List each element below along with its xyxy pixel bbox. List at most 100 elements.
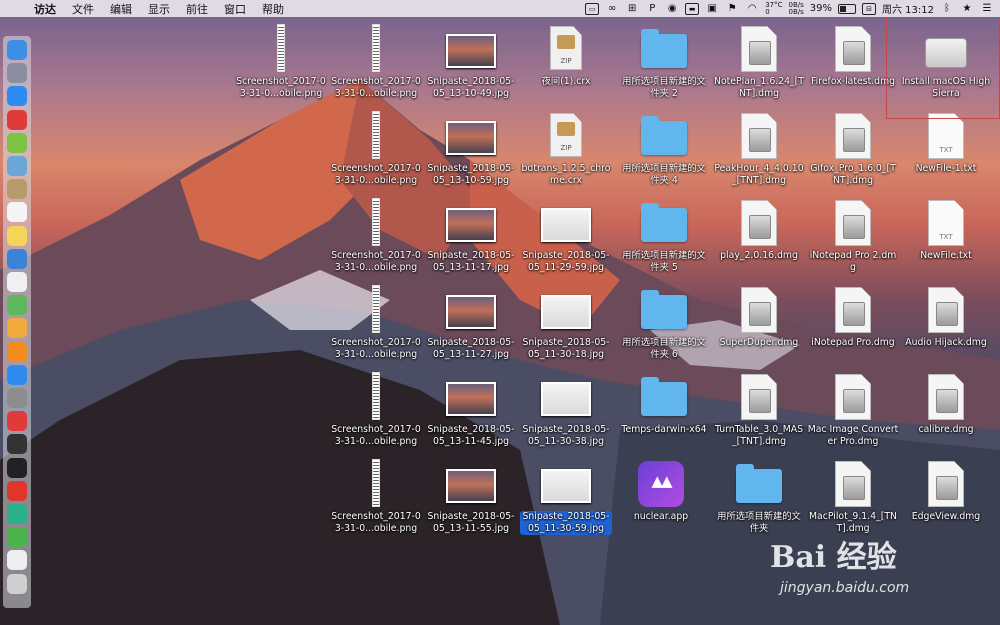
desktop-item[interactable]: 用所选项目新建的文件夹 4 [618,111,710,197]
clock[interactable]: 周六 13:12 [882,1,934,16]
menu-file[interactable]: 文件 [64,1,102,17]
desktop-item[interactable]: Gifox_Pro_1.6.0_[TNT].dmg [807,111,899,197]
desktop-item[interactable]: Snipaste_2018-05-05_13-10-59.jpg [425,111,517,197]
wifi-icon[interactable]: ◠ [745,3,759,14]
desktop-item-label: iNotepad Pro.dmg [811,337,895,348]
menu-help[interactable]: 帮助 [254,1,292,17]
desktop-item-label: Snipaste_2018-05-05_11-30-38.jpg [522,424,610,447]
star-icon[interactable]: ★ [960,3,974,14]
desktop-item[interactable]: TurnTable_3.0_MAS_[TNT].dmg [713,372,805,458]
dock-chat-icon[interactable] [7,504,27,524]
desktop-item-label: 用所选项目新建的文件夹 6 [622,337,706,360]
glasses-icon[interactable]: ∞ [605,3,619,14]
desktop-item[interactable]: play_2.0.16.dmg [713,198,805,284]
dock-android-icon[interactable] [7,132,27,153]
desktop-item[interactable]: Snipaste_2018-05-05_13-11-45.jpg [425,372,517,458]
image-thumbnail-icon [446,121,496,155]
dock-textedit-icon[interactable] [7,272,27,292]
dock-terminal-icon[interactable] [7,457,27,478]
notification-center-icon[interactable]: ☰ [980,3,994,14]
clipboard-icon[interactable]: ▣ [705,3,719,14]
dock-vivaldi-icon[interactable] [7,411,27,432]
grid-icon[interactable]: ⊞ [625,3,639,14]
desktop-item[interactable]: Audio Hijack.dmg [900,285,992,371]
dock-launchpad-icon[interactable] [7,63,27,84]
desktop-item-label: Screenshot_2017-03-31-0...obile.png [331,511,421,534]
desktop-item-label: Snipaste_2018-05-05_13-11-55.jpg [427,511,515,534]
dock-appstore-icon[interactable] [7,364,27,385]
menu-app-name[interactable]: 访达 [26,1,64,17]
desktop-item-label: 用所选项目新建的文件夹 4 [622,163,706,186]
desktop-item[interactable]: TXT NewFile-1.txt [900,111,992,197]
disk-image-icon [741,26,777,72]
dock-notes-icon[interactable] [7,225,27,246]
desktop-item[interactable]: iNotepad Pro 2.dmg [807,198,899,284]
desktop-item[interactable]: 用所选项目新建的文件夹 6 [618,285,710,371]
temperature-readout[interactable]: 37°C 0 [765,1,782,16]
dock-document-icon[interactable] [7,550,27,571]
dock-preview-icon[interactable] [7,156,27,176]
menu-view[interactable]: 显示 [140,1,178,17]
bookmark-icon[interactable]: ⚑ [725,3,739,14]
desktop-item[interactable]: Snipaste_2018-05-05_11-30-18.jpg [520,285,612,371]
folder-icon [641,203,687,242]
desktop-item[interactable]: Screenshot_2017-03-31-0...obile.png [330,198,422,284]
battery-icon[interactable] [838,3,856,14]
dock-notes-brown-icon[interactable] [7,179,27,200]
desktop-item[interactable]: Screenshot_2017-03-31-0...obile.png [235,24,327,110]
desktop-item[interactable]: Snipaste_2018-05-05_11-30-38.jpg [520,372,612,458]
desktop-item[interactable]: Screenshot_2017-03-31-0...obile.png [330,111,422,197]
file-type-tag: TXT [939,233,953,241]
desktop-item[interactable]: Mac Image Converter Pro.dmg [807,372,899,458]
dock-maps-icon[interactable] [7,295,27,316]
pin-icon[interactable]: P [645,3,659,14]
menu-go[interactable]: 前往 [178,1,216,17]
dock-search-icon[interactable] [7,248,27,269]
desktop-item[interactable]: PeakHour_4_4.0.10_[TNT].dmg [713,111,805,197]
desktop-item[interactable]: Snipaste_2018-05-05_13-10-49.jpg [425,24,517,110]
video-icon[interactable]: ▭ [585,2,600,15]
dock-calendar-icon[interactable] [7,202,27,223]
desktop-item[interactable]: nuclear.app [615,459,707,545]
desktop-item[interactable]: TXT NewFile.txt [900,198,992,284]
dock-activity-monitor-icon[interactable] [7,434,27,455]
desktop-item[interactable]: Snipaste_2018-05-05_13-11-17.jpg [425,198,517,284]
dock-wechat-icon[interactable] [7,527,27,548]
dock-safari-icon[interactable] [7,86,27,107]
nuclear-app-icon [638,461,684,507]
dock-finder-icon[interactable] [7,40,27,60]
desktop-item[interactable]: NotePlan_1.6.24_[TNT].dmg [713,24,805,110]
desktop-item[interactable]: Screenshot_2017-03-31-0...obile.png [330,459,422,545]
disk-image-icon [928,461,964,507]
dock-trash-icon[interactable] [7,573,27,594]
dock-photos-icon[interactable] [7,318,27,339]
battery-percent[interactable]: 39% [810,3,832,14]
dock-settings-icon[interactable] [7,388,27,408]
desktop-item[interactable]: 用所选项目新建的文件夹 2 [618,24,710,110]
bluetooth-icon[interactable]: ᛒ [940,3,954,14]
desktop-item[interactable]: Temps-darwin-x64 [618,372,710,458]
desktop-item[interactable]: ZIP 夜间(1).crx [520,24,612,110]
desktop-item[interactable]: Snipaste_2018-05-05_11-30-59.jpg [520,459,612,545]
desktop-item[interactable]: Snipaste_2018-05-05_11-29-59.jpg [520,198,612,284]
dock-weibo-icon[interactable] [7,480,27,501]
desktop-item[interactable]: 用所选项目新建的文件夹 5 [618,198,710,284]
desktop-item[interactable]: calibre.dmg [900,372,992,458]
input-method-icon[interactable]: ⊟ [862,2,876,15]
desktop-item[interactable]: SuperDuper.dmg [713,285,805,371]
dock-books-icon[interactable] [7,341,27,362]
desktop-item[interactable]: Screenshot_2017-03-31-0...obile.png [330,285,422,371]
wechat-menubar-icon[interactable]: ◉ [665,3,679,14]
desktop-item[interactable]: Snipaste_2018-05-05_13-11-27.jpg [425,285,517,371]
menu-edit[interactable]: 编辑 [102,1,140,17]
desktop-item[interactable]: Snipaste_2018-05-05_13-11-55.jpg [425,459,517,545]
screenshot-file-icon [372,372,380,420]
menu-window[interactable]: 窗口 [216,1,254,17]
desktop-item[interactable]: ZIP bdtrans_1.2.5_chrome.crx [520,111,612,197]
dock-app-red-icon[interactable] [7,109,27,130]
desktop-item[interactable]: Screenshot_2017-03-31-0...obile.png [330,372,422,458]
network-speed[interactable]: 0B/s 0B/s [789,1,804,16]
screen-icon[interactable]: ▬ [685,2,700,15]
desktop-item[interactable]: Screenshot_2017-03-31-0...obile.png [330,24,422,110]
desktop-item[interactable]: iNotepad Pro.dmg [807,285,899,371]
